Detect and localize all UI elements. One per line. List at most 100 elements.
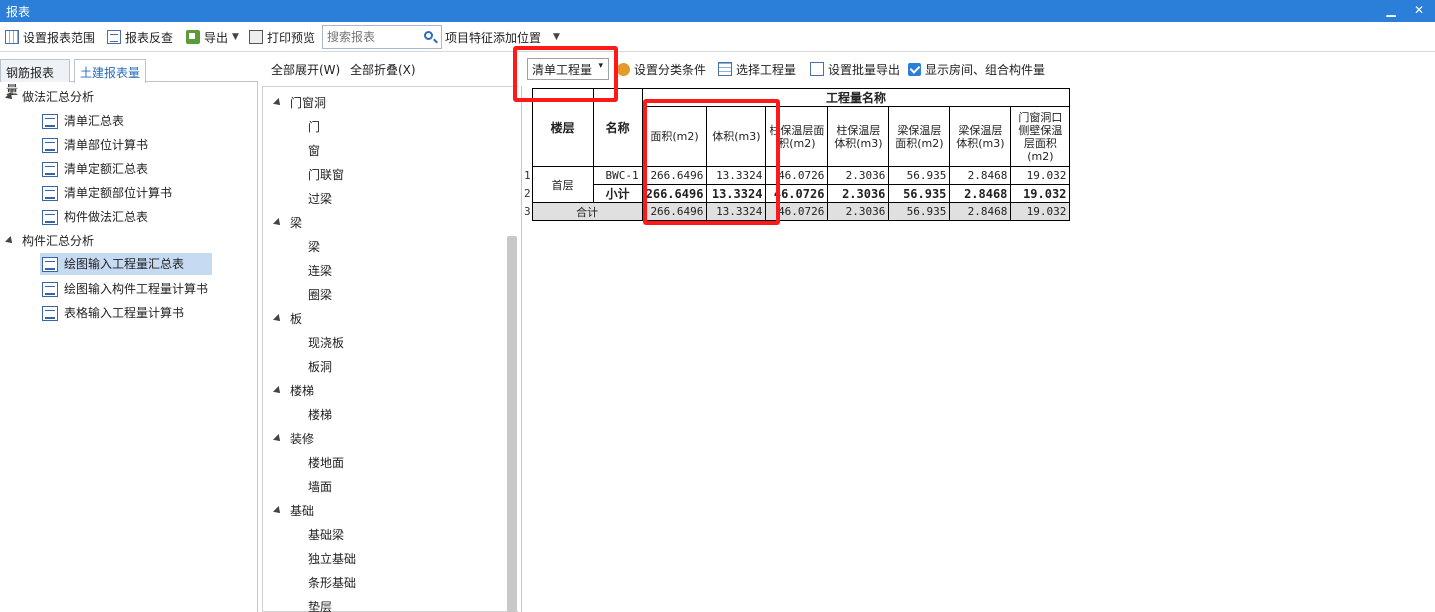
expand-icon[interactable] bbox=[273, 218, 283, 228]
value-cell: 2.8468 bbox=[949, 184, 1012, 203]
report-icon bbox=[42, 305, 58, 321]
search-input[interactable] bbox=[323, 26, 419, 48]
component-item[interactable]: 垫层 bbox=[308, 596, 332, 612]
collapse-all-button[interactable]: 全部折叠(X) bbox=[350, 60, 416, 78]
select-quantity-button[interactable]: 选择工程量 bbox=[718, 60, 796, 78]
group-label: 做法汇总分析 bbox=[22, 90, 95, 104]
tree-group-component-summary[interactable]: 构件汇总分析 bbox=[5, 230, 94, 252]
tree-item[interactable]: 绘图输入构件工程量计算书 bbox=[42, 278, 208, 300]
tree-item[interactable]: 清单定额部位计算书 bbox=[42, 182, 172, 204]
title-bar: 报表 ▁ ✕ bbox=[0, 0, 1435, 22]
show-rooms-checkbox[interactable]: 显示房间、组合构件量 bbox=[908, 60, 1045, 78]
scrollbar[interactable] bbox=[507, 236, 517, 612]
batch-export-label: 设置批量导出 bbox=[828, 62, 901, 77]
set-category-label: 设置分类条件 bbox=[634, 62, 707, 77]
row-number: 3 bbox=[523, 202, 533, 221]
tree-item[interactable]: 清单定额汇总表 bbox=[42, 158, 148, 180]
checkbox-checked-icon[interactable] bbox=[908, 62, 921, 76]
expand-icon[interactable] bbox=[273, 314, 283, 324]
batch-export-button[interactable]: 设置批量导出 bbox=[810, 60, 900, 78]
component-item[interactable]: 独立基础 bbox=[308, 548, 356, 570]
component-group[interactable]: 楼梯 bbox=[273, 380, 314, 402]
value-cell: 2.3036 bbox=[827, 202, 890, 221]
tree-item-label: 绘图输入构件工程量计算书 bbox=[64, 282, 209, 296]
name-cell: 小计 bbox=[592, 184, 643, 203]
component-item[interactable]: 墙面 bbox=[308, 476, 332, 498]
report-tree: 做法汇总分析 清单汇总表 清单部位计算书 清单定额汇总表 清单定额部位计算书 构… bbox=[0, 82, 258, 612]
tree-item[interactable]: 构件做法汇总表 bbox=[42, 206, 148, 228]
tree-item[interactable]: 清单汇总表 bbox=[42, 110, 124, 132]
tab-civil-report[interactable]: 土建报表量 bbox=[74, 59, 146, 83]
report-table: 楼层 名称 工程量名称 面积(m2) 体积(m3) 柱保温层面积(m2) 柱保温… bbox=[523, 88, 1071, 221]
expand-icon[interactable] bbox=[5, 236, 15, 246]
report-icon bbox=[42, 209, 58, 225]
set-range-button[interactable]: 设置报表范围 bbox=[5, 28, 95, 46]
value-cell: 56.935 bbox=[888, 202, 951, 221]
component-item[interactable]: 板洞 bbox=[308, 356, 332, 378]
tree-item-label: 绘图输入工程量汇总表 bbox=[64, 257, 185, 271]
print-icon bbox=[249, 30, 263, 44]
report-review-button[interactable]: 报表反查 bbox=[107, 28, 173, 46]
total-label: 合计 bbox=[531, 202, 643, 221]
highlight-box-dropdown bbox=[513, 46, 618, 102]
tree-item[interactable]: 清单部位计算书 bbox=[42, 134, 148, 156]
expand-all-button[interactable]: 全部展开(W) bbox=[271, 60, 340, 78]
component-group[interactable]: 门窗洞 bbox=[273, 92, 326, 114]
component-group[interactable]: 梁 bbox=[273, 212, 302, 234]
search-box[interactable] bbox=[322, 25, 442, 49]
component-item[interactable]: 楼梯 bbox=[308, 404, 332, 426]
component-group[interactable]: 板 bbox=[273, 308, 303, 330]
set-range-label: 设置报表范围 bbox=[23, 30, 96, 45]
value-cell: 56.935 bbox=[888, 166, 951, 185]
search-icon[interactable] bbox=[424, 31, 433, 40]
gear-icon bbox=[617, 62, 630, 76]
component-item[interactable]: 连梁 bbox=[308, 260, 332, 282]
review-label: 报表反查 bbox=[125, 30, 174, 45]
component-group-label: 板 bbox=[290, 312, 303, 326]
component-item[interactable]: 梁 bbox=[308, 236, 320, 258]
export-button[interactable]: 导出 ▼ bbox=[186, 28, 239, 46]
highlight-box-columns bbox=[643, 99, 780, 225]
component-item[interactable]: 楼地面 bbox=[308, 452, 344, 474]
tree-item[interactable]: 表格输入工程量计算书 bbox=[42, 302, 184, 324]
set-category-button[interactable]: 设置分类条件 bbox=[617, 60, 706, 78]
print-preview-button[interactable]: 打印预览 bbox=[249, 28, 315, 46]
component-item[interactable]: 窗 bbox=[308, 140, 320, 162]
expand-icon[interactable] bbox=[273, 98, 283, 108]
tree-item-selected[interactable]: 绘图输入工程量汇总表 bbox=[40, 253, 212, 275]
report-icon bbox=[42, 281, 58, 297]
report-icon bbox=[42, 256, 58, 272]
component-item[interactable]: 过梁 bbox=[308, 188, 332, 210]
value-cell: 2.8468 bbox=[949, 202, 1012, 221]
component-group[interactable]: 装修 bbox=[273, 428, 315, 450]
feature-position-dropdown[interactable]: 项目特征添加位置 ▼ bbox=[445, 28, 560, 46]
expand-icon[interactable] bbox=[273, 434, 283, 444]
tree-item-label: 清单定额部位计算书 bbox=[64, 186, 173, 200]
component-item[interactable]: 门联窗 bbox=[308, 164, 344, 186]
name-cell: BWC-1 bbox=[592, 166, 643, 185]
tab-rebar-report[interactable]: 钢筋报表量 bbox=[0, 59, 70, 97]
minimize-icon[interactable]: ▁ bbox=[1384, 2, 1398, 18]
component-item[interactable]: 条形基础 bbox=[308, 572, 356, 594]
column-header: 梁保温层面积(m2) bbox=[888, 106, 951, 167]
component-group-label: 装修 bbox=[290, 432, 315, 446]
chevron-down-icon: ▼ bbox=[232, 32, 239, 42]
report-icon bbox=[42, 137, 58, 153]
component-item[interactable]: 基础梁 bbox=[308, 524, 344, 546]
export-icon bbox=[186, 30, 200, 44]
component-item[interactable]: 现浇板 bbox=[308, 332, 344, 354]
component-item[interactable]: 圈梁 bbox=[308, 284, 332, 306]
tree-item-label: 清单部位计算书 bbox=[64, 138, 149, 152]
report-icon bbox=[42, 113, 58, 129]
component-group[interactable]: 基础 bbox=[273, 500, 315, 522]
component-item[interactable]: 门 bbox=[308, 116, 320, 138]
tree-group-method-summary[interactable]: 做法汇总分析 bbox=[5, 86, 95, 108]
print-preview-label: 打印预览 bbox=[267, 30, 316, 45]
expand-icon[interactable] bbox=[5, 92, 15, 102]
expand-icon[interactable] bbox=[273, 506, 283, 516]
expand-icon[interactable] bbox=[273, 386, 283, 396]
value-cell: 19.032 bbox=[1010, 166, 1071, 185]
close-icon[interactable]: ✕ bbox=[1412, 2, 1426, 18]
component-group-label: 基础 bbox=[290, 504, 315, 518]
column-header: 梁保温层体积(m3) bbox=[949, 106, 1012, 167]
